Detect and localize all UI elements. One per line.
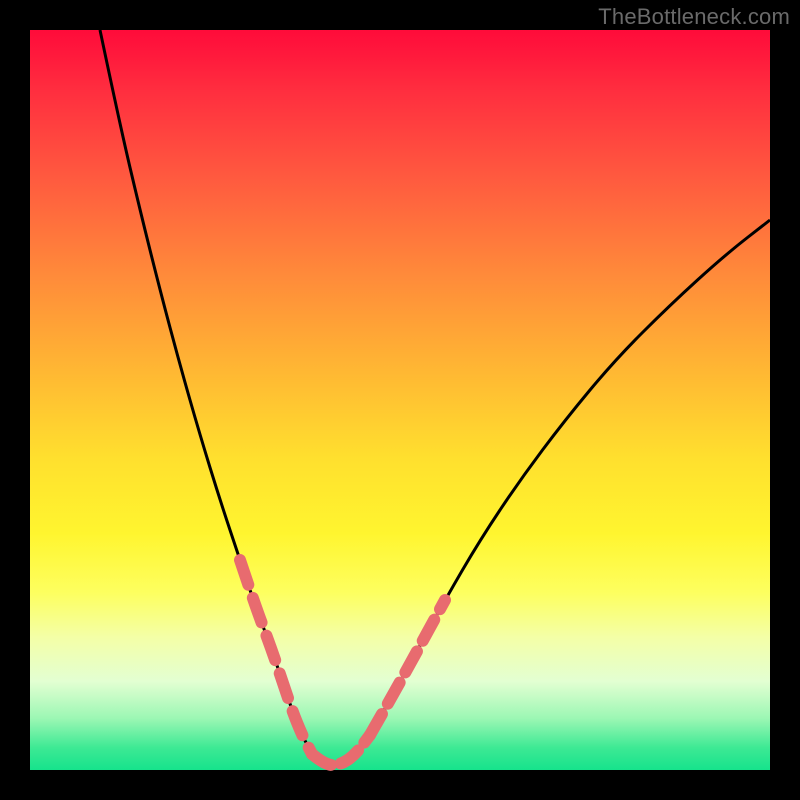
series-bottom-dash-overlay [312, 735, 370, 765]
series-right-dash-overlay [370, 600, 445, 735]
chart-frame: TheBottleneck.com [0, 0, 800, 800]
curve-svg [30, 30, 770, 770]
plot-area [30, 30, 770, 770]
watermark-text: TheBottleneck.com [598, 4, 790, 30]
series-bottleneck-curve [100, 30, 770, 765]
series-left-dash-overlay [240, 560, 312, 754]
